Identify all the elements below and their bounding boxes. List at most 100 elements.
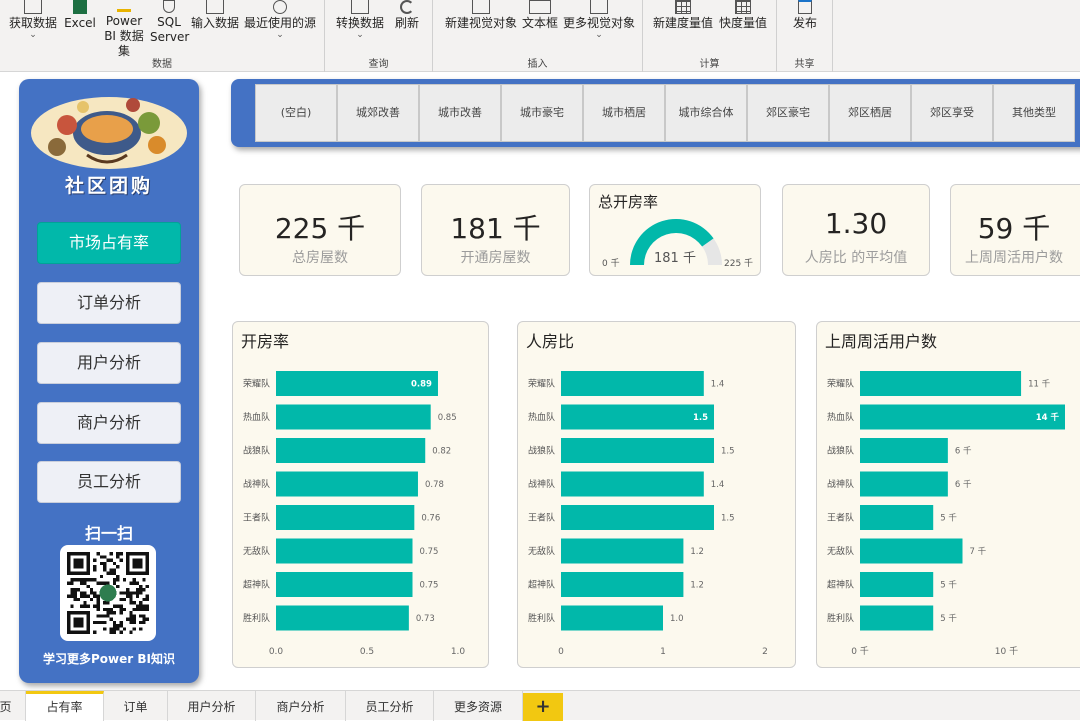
bar <box>561 572 684 597</box>
qr-module <box>116 627 120 631</box>
recent-sources-icon <box>273 0 287 14</box>
publish-button[interactable]: 发布 <box>787 0 823 31</box>
tab-orders[interactable]: 订单 <box>104 691 168 721</box>
qr-module <box>103 614 107 618</box>
transform-data-button[interactable]: 转换数据 ⌄ <box>333 0 387 40</box>
new-measure-label: 新建度量值 <box>652 16 713 30</box>
qr-module <box>80 578 84 582</box>
qr-module <box>93 604 97 608</box>
qr-module <box>129 581 133 585</box>
qr-module <box>99 620 104 625</box>
qr-module <box>145 597 149 602</box>
slicer-item[interactable]: 城市改善 <box>419 84 501 142</box>
data-label: 5 千 <box>940 613 957 624</box>
qr-module <box>103 627 107 631</box>
slicer-item[interactable]: 城市豪宅 <box>501 84 583 142</box>
nav-panel: 社区团购 市场占有率 订单分析 用户分析 商户分析 员工分析 扫一扫 学习更多P… <box>19 79 199 683</box>
tab-more-resources[interactable]: 更多资源 <box>434 691 523 721</box>
powerbi-dataset-button[interactable]: Power BI 数据集 <box>100 0 148 59</box>
tab-merchant-analysis[interactable]: 商户分析 <box>256 691 346 721</box>
slicer-item-blank[interactable]: (空白) <box>255 84 337 142</box>
data-label: 5 千 <box>940 513 957 524</box>
data-label: 0.85 <box>438 413 457 423</box>
nav-item-market-share[interactable]: 市场占有率 <box>37 222 181 264</box>
category-label: 超神队 <box>528 579 555 591</box>
qr-module <box>83 591 87 595</box>
kpi-gauge-open-rate[interactable]: 总开房率 181 千 0 千 225 千 <box>589 184 761 276</box>
nav-item-user-analysis[interactable]: 用户分析 <box>37 342 181 384</box>
qr-module <box>93 558 97 562</box>
data-label: 1.5 <box>721 514 735 524</box>
slicer-item[interactable]: 郊区享受 <box>911 84 993 142</box>
refresh-icon <box>400 0 414 14</box>
nav-item-order-analysis[interactable]: 订单分析 <box>37 282 181 324</box>
slicer-item[interactable]: 城市综合体 <box>665 84 747 142</box>
qr-module <box>139 614 143 618</box>
chart-weekly-active-users[interactable]: 上周周活用户数 0 千 10 千荣耀队 11 千热血队 14 千战狼队 6 千战神队 6 … <box>816 321 1080 668</box>
bar <box>860 572 934 597</box>
new-visual-button[interactable]: 新建视觉对象 <box>443 0 519 31</box>
nav-item-staff-analysis[interactable]: 员工分析 <box>37 461 181 503</box>
sql-server-button[interactable]: SQL Server <box>150 0 189 45</box>
x-tick-label: 0.0 <box>269 647 284 657</box>
tab-staff-analysis[interactable]: 员工分析 <box>346 691 434 721</box>
slicer-item[interactable]: 其他类型 <box>993 84 1075 142</box>
qr-finder <box>132 558 143 569</box>
add-page-button[interactable]: + <box>523 693 563 721</box>
get-data-label: 获取数据 <box>8 16 57 30</box>
slicer-item[interactable]: 城市栖居 <box>583 84 665 142</box>
quick-measure-button[interactable]: 快度量值 <box>715 0 771 31</box>
more-visuals-button[interactable]: 更多视觉对象 ⌄ <box>561 0 637 40</box>
kpi-opened-houses[interactable]: 181 千 开通房屋数 <box>421 184 570 276</box>
slicer-item[interactable]: 郊区栖居 <box>829 84 911 142</box>
qr-module <box>86 594 90 598</box>
category-label: 无敌队 <box>827 545 854 557</box>
textbox-button[interactable]: 文本框 <box>519 0 561 31</box>
qr-module <box>93 578 97 582</box>
table-icon <box>24 0 42 14</box>
refresh-button[interactable]: 刷新 <box>389 0 425 31</box>
qr-module <box>99 614 104 618</box>
qr-module <box>106 558 110 562</box>
new-measure-button[interactable]: 新建度量值 <box>651 0 715 31</box>
tab-prev-page[interactable]: 页 <box>0 691 26 721</box>
qr-module <box>67 594 71 598</box>
kpi-total-houses[interactable]: 225 千 总房屋数 <box>239 184 401 276</box>
qr-module <box>89 588 94 592</box>
data-label: 6 千 <box>955 446 972 457</box>
qr-module <box>93 630 97 634</box>
kpi-label: 人房比 的平均值 <box>804 250 908 266</box>
recent-sources-button[interactable]: 最近使用的源 ⌄ <box>242 0 318 40</box>
bar <box>561 404 714 430</box>
nav-item-merchant-analysis[interactable]: 商户分析 <box>37 402 181 444</box>
x-tick-label: 0 <box>558 647 564 657</box>
scan-title: 扫一扫 <box>84 524 133 543</box>
data-label: 5 千 <box>940 580 957 591</box>
qr-module <box>112 561 117 566</box>
qr-module <box>103 607 107 612</box>
data-label: 11 千 <box>1028 379 1051 390</box>
qr-module <box>135 591 140 595</box>
ribbon: 获取数据 ⌄ Excel Power BI 数据集 SQL Server 输入数… <box>0 0 1080 72</box>
qr-module <box>96 594 100 598</box>
qr-module <box>116 604 120 608</box>
tab-user-analysis[interactable]: 用户分析 <box>168 691 256 721</box>
qr-module <box>80 581 84 585</box>
qr-module <box>70 581 74 585</box>
qr-module <box>139 607 143 612</box>
tab-share[interactable]: 占有率 <box>26 691 104 721</box>
excel-icon <box>73 0 87 14</box>
slicer-item[interactable]: 城郊改善 <box>337 84 419 142</box>
enter-data-button[interactable]: 输入数据 <box>188 0 242 31</box>
excel-button[interactable]: Excel <box>62 0 98 31</box>
qr-module <box>80 591 84 595</box>
kpi-weekly-active-users[interactable]: 59 千 上周周活用户数 <box>950 184 1080 276</box>
bar <box>561 438 714 463</box>
chart-open-rate[interactable]: 开房率 0.0 0.5 1.0 荣耀队 0.89 热血队 0.85 战狼队 0.82 战神队 0.7… <box>232 321 489 668</box>
get-data-button[interactable]: 获取数据 ⌄ <box>6 0 60 40</box>
slicer-item[interactable]: 郊区豪宅 <box>747 84 829 142</box>
qr-module <box>122 597 127 602</box>
qr-module <box>103 555 107 559</box>
kpi-person-house-ratio[interactable]: 1.30 人房比 的平均值 <box>782 184 930 276</box>
chart-person-house-ratio[interactable]: 人房比 0 1 2 荣耀队 1.4 热血队 1.5 战狼队 1.5 战神队 1.4 王者队 1.5 无敌队… <box>517 321 796 668</box>
